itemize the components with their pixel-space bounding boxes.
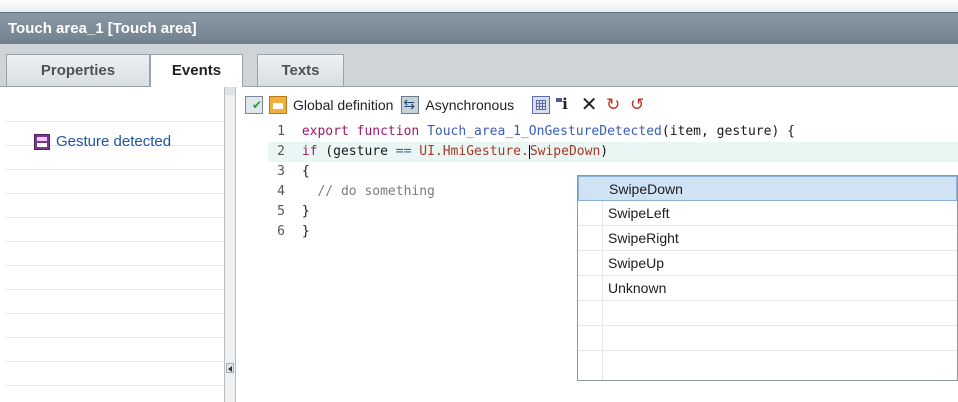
list-divider bbox=[6, 361, 224, 362]
code-keyword: export function bbox=[301, 124, 420, 139]
top-strip bbox=[0, 0, 958, 12]
code-member: SwipeDown bbox=[529, 144, 601, 159]
info-icon[interactable] bbox=[556, 95, 575, 114]
tab-properties[interactable]: Properties bbox=[6, 54, 150, 86]
code-text: (gesture bbox=[317, 144, 396, 159]
list-divider bbox=[6, 121, 224, 122]
list-divider bbox=[6, 241, 224, 242]
list-divider bbox=[6, 193, 224, 194]
global-definition-button[interactable]: Global definition bbox=[293, 97, 393, 113]
line-number: 4 bbox=[277, 184, 285, 199]
asynchronous-icon[interactable] bbox=[401, 96, 420, 114]
code-operator: == bbox=[395, 144, 412, 159]
line-number: 5 bbox=[277, 204, 285, 219]
scrollbar-thumb[interactable] bbox=[225, 87, 235, 95]
code-keyword: if bbox=[301, 144, 318, 159]
line-number: 1 bbox=[277, 124, 285, 139]
event-label: Gesture detected bbox=[56, 133, 172, 150]
line-number: 6 bbox=[277, 224, 285, 239]
goto-definition-icon[interactable]: ↻ bbox=[604, 96, 622, 114]
autocomplete-item-unknown[interactable]: Unknown bbox=[578, 276, 957, 301]
autocomplete-empty-row bbox=[578, 351, 957, 376]
splitter-scrollbar[interactable] bbox=[224, 87, 236, 402]
code-comment: // do something bbox=[317, 184, 435, 199]
list-divider bbox=[6, 385, 224, 386]
autocomplete-item-swipeleft[interactable]: SwipeLeft bbox=[578, 201, 957, 226]
events-list-pane: Gesture detected bbox=[0, 87, 224, 402]
autocomplete-popup: SwipeDown SwipeLeft SwipeRight SwipeUp U… bbox=[577, 175, 958, 381]
list-divider bbox=[6, 169, 224, 170]
validate-icon[interactable] bbox=[245, 96, 263, 114]
list-divider bbox=[6, 313, 224, 314]
autocomplete-item-swipeup[interactable]: SwipeUp bbox=[578, 251, 957, 276]
autocomplete-item-swipedown[interactable]: SwipeDown bbox=[578, 176, 957, 201]
global-definition-icon[interactable] bbox=[269, 96, 287, 114]
line-number: 2 bbox=[277, 144, 285, 159]
list-divider bbox=[6, 265, 224, 266]
code-text: { bbox=[301, 164, 310, 179]
code-text: ) bbox=[600, 144, 609, 159]
tab-events[interactable]: Events bbox=[150, 54, 243, 87]
collapse-arrow-icon[interactable] bbox=[226, 363, 234, 373]
code-function-name: Touch_area_1_OnGestureDetected bbox=[427, 124, 662, 139]
tab-bar: Properties Events Texts bbox=[0, 44, 958, 87]
code-text: } bbox=[301, 204, 310, 219]
snippets-icon[interactable] bbox=[532, 96, 551, 114]
code-line-current: 2 if (gesture == UI.HmiGesture.SwipeDown… bbox=[268, 142, 958, 162]
code-text: } bbox=[301, 224, 310, 239]
delete-icon[interactable]: ✕ bbox=[580, 95, 598, 115]
window-title: Touch area_1 [Touch area] bbox=[8, 20, 197, 37]
line-number: 3 bbox=[277, 164, 285, 179]
autocomplete-empty-row bbox=[578, 301, 957, 326]
code-namespace: UI.HmiGesture. bbox=[419, 144, 529, 159]
tab-texts[interactable]: Texts bbox=[257, 54, 344, 86]
event-io-icon bbox=[34, 133, 50, 150]
window-title-bar: Touch area_1 [Touch area] bbox=[0, 12, 958, 45]
list-divider bbox=[6, 289, 224, 290]
goto-reference-icon[interactable]: ↺ bbox=[628, 96, 646, 114]
asynchronous-button[interactable]: Asynchronous bbox=[425, 97, 514, 113]
list-divider bbox=[6, 337, 224, 338]
list-divider bbox=[6, 217, 224, 218]
autocomplete-empty-row bbox=[578, 326, 957, 351]
script-toolbar: Global definition Asynchronous ✕ ↻ ↺ bbox=[245, 92, 958, 118]
autocomplete-item-swiperight[interactable]: SwipeRight bbox=[578, 226, 957, 251]
code-text: (item, gesture) { bbox=[661, 124, 795, 139]
event-gesture-detected[interactable]: Gesture detected bbox=[34, 133, 171, 150]
code-line: 1 export function Touch_area_1_OnGesture… bbox=[268, 122, 958, 142]
